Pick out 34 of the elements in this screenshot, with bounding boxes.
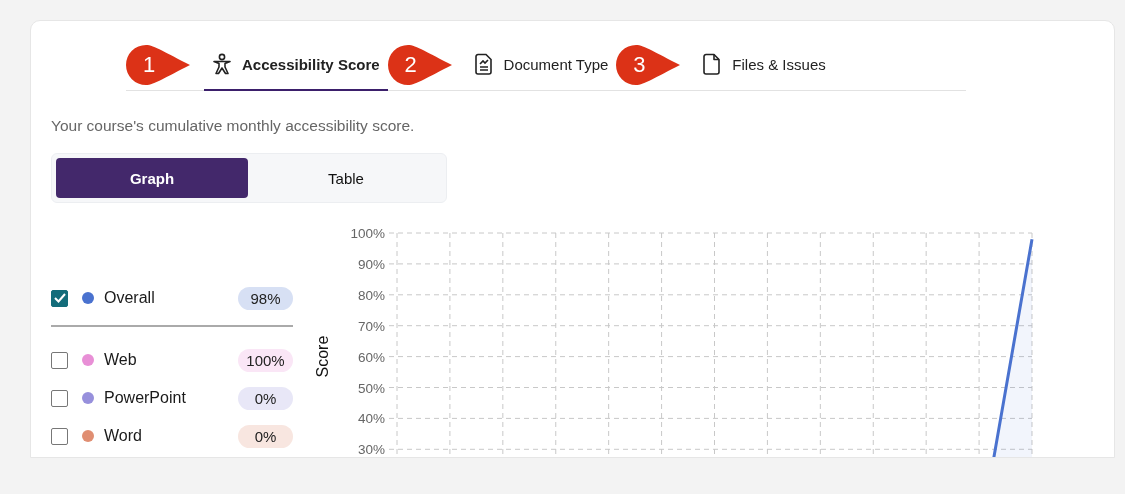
tab[interactable]: Document Type [465,39,617,91]
check-icon [53,293,66,303]
axis-tick-label: 90% [357,256,385,272]
checkbox[interactable] [51,289,68,307]
axis-title: Score [314,335,331,378]
axis-tick-label: 40% [357,411,385,427]
file-icon [702,53,723,75]
score-badge: 0% [238,424,293,448]
tab[interactable]: Accessibility Score [204,39,388,91]
score-badge: 0% [238,386,293,410]
step-marker: 3 [616,44,681,85]
axis-tick-label: 30% [357,442,385,457]
checkbox[interactable] [51,389,68,407]
toggle-button[interactable]: Graph [56,158,248,198]
person-icon [212,53,232,75]
axis-tick-label: 60% [357,349,385,365]
description: Your course's cumulative monthly accessibility score. [51,117,416,135]
legend-label: Word [104,427,143,445]
legend-label: Web [104,351,138,369]
axis-tick-label: 100% [350,226,385,241]
checkbox[interactable] [51,351,68,369]
axis-tick-label: 80% [357,287,385,303]
score-badge: 100% [238,348,293,372]
legend-label: PowerPoint [104,389,187,407]
step-marker: 2 [387,44,452,85]
checkbox[interactable] [51,427,68,445]
step-marker: 1 [126,44,190,85]
toggle-button[interactable]: Table [250,158,442,198]
axis-tick-label: 70% [357,318,385,334]
tab[interactable]: Files & Issues [694,39,834,91]
axis-tick-label: 50% [357,380,385,396]
document-chart-icon [473,53,494,75]
score-badge: 98% [238,286,293,310]
legend-label: Overall [104,289,156,307]
